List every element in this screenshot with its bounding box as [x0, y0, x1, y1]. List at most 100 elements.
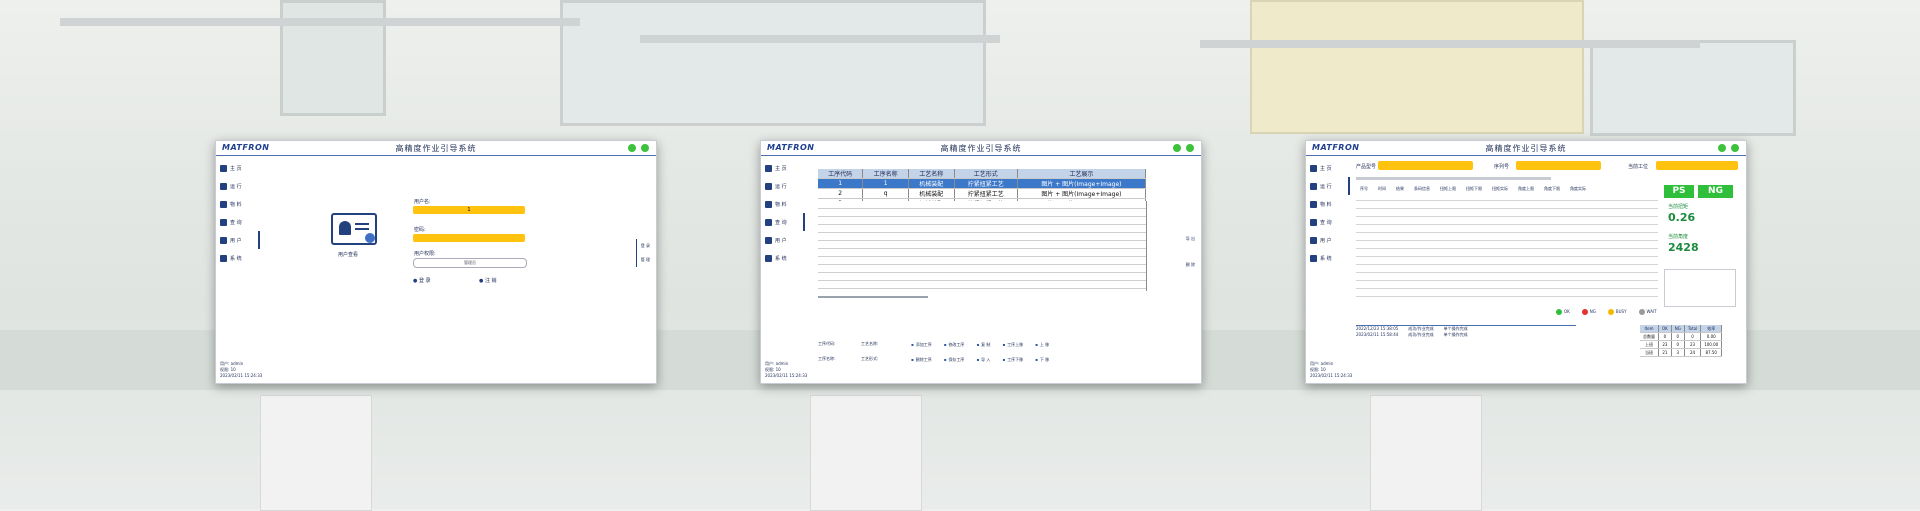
sidebar-item-run[interactable]: 运 行 — [765, 177, 805, 195]
username-input[interactable]: 1 — [413, 206, 525, 214]
legend-ok: OK — [1556, 309, 1570, 315]
torque-label: 当前扭矩 — [1668, 204, 1689, 210]
minimize-button[interactable] — [1173, 144, 1181, 152]
table-header: 工序代码 工序名称 工艺名称 工艺形式 工艺展示 — [818, 169, 1147, 179]
move-process-down-button[interactable]: 工序下移 — [1002, 357, 1023, 363]
minimize-button[interactable] — [628, 144, 636, 152]
background-window — [1590, 40, 1796, 136]
gear-icon — [1310, 254, 1317, 262]
history-list: 2022/12/23 15:38:05 成功/作业完成 单个操作完成 2023/02… — [1356, 325, 1576, 338]
legend-ng: NG — [1581, 309, 1596, 315]
add-process-button[interactable]: 添加工序 — [911, 342, 932, 348]
box-icon — [765, 200, 772, 208]
window-title: 高精度作业引导系统 — [395, 144, 477, 153]
right-manage-button[interactable]: 管 理 — [641, 253, 650, 267]
close-button[interactable] — [641, 144, 649, 152]
table-row[interactable]: 1 1 机械装配 拧紧扭紧工艺 图片 + 图片(Image+Image) — [818, 178, 1147, 189]
table-row[interactable]: 2 q 机械装配 拧紧扭紧工艺 图片 + 图片(Image+Image) — [818, 188, 1147, 199]
minimize-button[interactable] — [1718, 144, 1726, 152]
search-icon — [1310, 218, 1317, 226]
sidebar-item-user[interactable]: 用 户 — [220, 231, 260, 249]
form-label: 工序名称: — [818, 356, 836, 361]
user-window: MATFRON 高精度作业引导系统 主 页 运 行 物 料 查 询 用 户 系 … — [215, 140, 657, 384]
column-header: 工序代码 — [818, 169, 864, 179]
serial-label: 序列号 — [1494, 164, 1510, 170]
table-row: 当班 21 3 24 87.50 — [1640, 348, 1723, 357]
user-icon — [765, 236, 772, 244]
status-footer: 用户: admin 权限: 10 2023/02/11 15:24:33 — [220, 361, 263, 378]
ng-indicator: NG — [1698, 185, 1733, 198]
play-icon — [765, 182, 772, 190]
password-input[interactable] — [413, 234, 525, 242]
sidebar-item-query[interactable]: 查 询 — [1310, 213, 1350, 231]
button-row-1: 添加工序 修改工序 复 制 工序上移 上 移 — [911, 342, 1049, 348]
sidebar-item-material[interactable]: 物 料 — [220, 195, 260, 213]
datetime: 2023/02/11 15:24:33 — [1310, 373, 1353, 378]
sidebar-item-material[interactable]: 物 料 — [1310, 195, 1350, 213]
torque-value: 0.26 — [1668, 211, 1696, 224]
serial-input[interactable] — [1516, 161, 1601, 170]
sidebar-item-query[interactable]: 查 询 — [765, 213, 805, 231]
side-chart-area — [1664, 269, 1736, 307]
title-bar: MATFRON 高精度作业引导系统 — [1306, 141, 1746, 156]
column-header: 工艺名称 — [908, 169, 955, 179]
right-panel: 导 出 删 除 — [1186, 226, 1195, 278]
results-table: 序号 时间 结果 条码信息 扭矩上限 扭矩下限 扭矩实际 角度上限 角度下限 角… — [1356, 185, 1658, 297]
ng-dot-icon — [1581, 309, 1588, 315]
product-label: 产品型号 — [1356, 164, 1377, 170]
angle-value: 2428 — [1668, 241, 1699, 254]
sidebar-item-user[interactable]: 用 户 — [765, 231, 805, 249]
user-card-icon — [331, 213, 377, 245]
sidebar: 主 页 运 行 物 料 查 询 用 户 系 统 — [220, 159, 260, 267]
login-button[interactable]: ● 登 录 — [413, 277, 431, 284]
wait-dot-icon — [1638, 309, 1645, 315]
delete-process-button[interactable]: 删除工序 — [911, 357, 932, 363]
column-header: 工序名称 — [862, 169, 909, 179]
sidebar-item-system[interactable]: 系 统 — [220, 249, 260, 267]
play-icon — [1310, 182, 1317, 190]
copy-button[interactable]: 复 制 — [976, 342, 990, 348]
table-row: 总数量 0 0 0 0.00 — [1640, 332, 1723, 341]
close-button[interactable] — [1731, 144, 1739, 152]
sidebar-item-home[interactable]: 主 页 — [765, 159, 805, 177]
legend-wait: WAIT — [1638, 309, 1657, 315]
column-header: 工艺形式 — [954, 169, 1018, 179]
sidebar-item-user[interactable]: 用 户 — [1310, 231, 1350, 249]
form-label: 工艺形式: — [861, 356, 879, 361]
list-item: 2023/02/11 15:58:44 成功/作业完成 单个操作完成 — [1356, 332, 1468, 337]
gear-icon — [765, 254, 772, 262]
horizontal-scrollbar[interactable] — [818, 296, 928, 298]
move-process-up-button[interactable]: 工序上移 — [1002, 342, 1023, 348]
sidebar-item-system[interactable]: 系 统 — [765, 249, 805, 267]
form-label: 工序代码: — [818, 341, 836, 346]
export-button[interactable]: 导 出 — [1186, 226, 1195, 252]
right-login-button[interactable]: 登 录 — [641, 239, 650, 253]
angle-label: 当前角度 — [1668, 234, 1689, 240]
sidebar-item-home[interactable]: 主 页 — [220, 159, 260, 177]
close-button[interactable] — [1186, 144, 1194, 152]
up-button[interactable]: 上 移 — [1035, 342, 1049, 348]
process-window: MATFRON 高精度作业引导系统 主 页 运 行 物 料 查 询 用 户 系 … — [760, 140, 1202, 384]
level-select[interactable]: 管理员 — [413, 258, 527, 268]
sidebar-item-home[interactable]: 主 页 — [1310, 159, 1350, 177]
home-icon — [765, 164, 772, 172]
sidebar: 主 页 运 行 物 料 查 询 用 户 系 统 — [765, 159, 805, 267]
product-select[interactable] — [1378, 161, 1473, 170]
user-icon — [220, 236, 227, 244]
delete-button[interactable]: 删 除 — [1186, 252, 1195, 278]
down-button[interactable]: 下 移 — [1035, 357, 1049, 363]
save-process-button[interactable]: 保存工序 — [944, 357, 964, 363]
sidebar-item-run[interactable]: 运 行 — [220, 177, 260, 195]
station-input[interactable] — [1656, 161, 1738, 170]
datetime: 2023/02/11 15:24:33 — [220, 373, 263, 378]
sidebar-item-run[interactable]: 运 行 — [1310, 177, 1350, 195]
logout-button[interactable]: ● 注 销 — [479, 277, 497, 284]
sidebar-item-system[interactable]: 系 统 — [1310, 249, 1350, 267]
import-button[interactable]: 导 入 — [976, 357, 990, 363]
window-title: 高精度作业引导系统 — [940, 144, 1022, 153]
sidebar-item-query[interactable]: 查 询 — [220, 213, 260, 231]
sidebar-item-material[interactable]: 物 料 — [765, 195, 805, 213]
user-icon — [1310, 236, 1317, 244]
column-header: 工艺展示 — [1017, 169, 1147, 179]
edit-process-button[interactable]: 修改工序 — [944, 342, 964, 348]
